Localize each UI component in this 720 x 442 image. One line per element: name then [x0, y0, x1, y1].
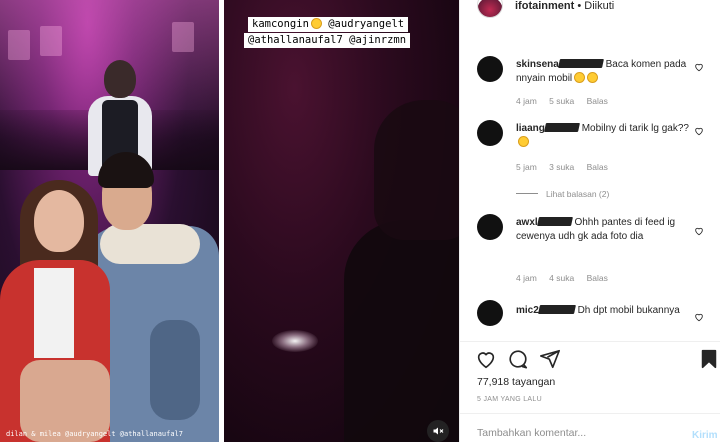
mention-sticker-1: kamcongin @audryangelt	[248, 17, 409, 32]
laughing-emoji-icon	[574, 72, 586, 83]
mute-icon	[433, 427, 444, 435]
replies-line	[516, 193, 538, 194]
woman-shirt	[34, 268, 74, 358]
input-divider	[460, 413, 720, 414]
phone-light-glow	[272, 330, 318, 352]
redaction-bar	[537, 305, 576, 314]
comment-likes[interactable]: 4 suka	[549, 273, 574, 283]
header-separator: •	[574, 0, 585, 12]
redaction-bar	[543, 123, 580, 132]
comment-text: Dh dpt mobil bukannya	[577, 305, 680, 316]
view-replies-button[interactable]: Lihat balasan (2)	[516, 189, 609, 199]
background-man-head	[104, 60, 136, 98]
post-side-panel: ifotainment • Diikuti skinsena Baca kome…	[459, 0, 720, 442]
small-heart-icon[interactable]	[694, 226, 704, 236]
comment-meta: 4 jam 4 suka Balas	[516, 273, 618, 283]
bookmark-icon[interactable]	[698, 348, 720, 370]
commenter-avatar[interactable]	[477, 214, 503, 240]
grinning-emoji-icon	[518, 136, 529, 147]
heart-icon[interactable]	[475, 348, 497, 370]
story-caption: dilan & milea @audryangelt @athallanaufa…	[6, 430, 184, 438]
woman-face	[34, 190, 84, 252]
comment-input[interactable]	[477, 427, 677, 439]
commenter-username[interactable]: awxl	[516, 217, 538, 228]
commenter-avatar[interactable]	[477, 120, 503, 146]
laughing-emoji-icon	[587, 72, 599, 83]
comment-text: Mobilny di tarik lg gak??	[581, 123, 689, 134]
post-media[interactable]: dilan & milea @audryangelt @athallanaufa…	[0, 0, 459, 442]
commenter-username[interactable]: liaang	[516, 123, 545, 134]
reply-button[interactable]: Balas	[587, 96, 608, 106]
view-count[interactable]: 77,918 tayangan	[477, 376, 555, 388]
commenter-username[interactable]: mic2	[516, 305, 539, 316]
comment-icon[interactable]	[507, 348, 529, 370]
commenter-username[interactable]: skinsena	[516, 59, 559, 70]
post-timestamp: 5 JAM YANG LALU	[477, 396, 542, 403]
commenter-avatar[interactable]	[477, 300, 503, 326]
comment-likes[interactable]: 3 suka	[549, 162, 574, 172]
comment-time: 5 jam	[516, 162, 537, 172]
share-icon[interactable]	[539, 348, 561, 370]
man-arm	[150, 320, 200, 420]
redaction-bar	[557, 59, 604, 68]
small-heart-icon[interactable]	[694, 62, 704, 72]
club-window	[40, 26, 62, 56]
redaction-bar	[536, 217, 573, 226]
comment-body: liaang Mobilny di tarik lg gak??	[516, 122, 696, 150]
small-heart-icon[interactable]	[694, 312, 704, 322]
comment-time: 4 jam	[516, 273, 537, 283]
small-heart-icon[interactable]	[694, 126, 704, 136]
account-avatar[interactable]	[477, 0, 503, 18]
silhouette-head	[374, 100, 459, 240]
comment-body: skinsena Baca komen pada nnyain mobil	[516, 58, 696, 86]
silhouette-body	[344, 220, 459, 442]
comment-likes[interactable]: 5 suka	[549, 96, 574, 106]
post-comment-button[interactable]: Kirim	[692, 430, 718, 441]
view-replies-label: Lihat balasan (2)	[546, 189, 610, 199]
sticker-text: kamcongin	[252, 18, 309, 30]
mute-button[interactable]	[427, 420, 449, 442]
comment-body: mic2 Dh dpt mobil bukannya	[516, 304, 696, 318]
commenter-avatar[interactable]	[477, 56, 503, 82]
actions-divider	[460, 341, 720, 342]
mention-sticker-2: @athallanaufal7 @ajinrzmn	[244, 33, 411, 48]
club-window	[8, 30, 30, 60]
reply-button[interactable]: Balas	[587, 273, 608, 283]
comment-body: awxl Ohhh pantes di feed ig cewenya udh …	[516, 216, 696, 244]
header-text: ifotainment • Diikuti	[515, 0, 614, 12]
reply-button[interactable]: Balas	[587, 162, 608, 172]
post-header: ifotainment • Diikuti	[460, 0, 720, 18]
comment-meta: 4 jam 5 suka Balas	[516, 96, 618, 106]
action-bar	[460, 348, 720, 372]
story-video-right: kamcongin @audryangelt @athallanaufal7 @…	[224, 0, 459, 442]
follow-status[interactable]: Diikuti	[584, 0, 614, 12]
man-jacket-collar	[100, 224, 200, 264]
blush-emoji-icon	[310, 18, 322, 29]
sticker-mention: @audryangelt	[328, 18, 405, 30]
story-photo-left: dilan & milea @audryangelt @athallanaufa…	[0, 0, 219, 442]
club-window	[172, 22, 194, 52]
comment-meta: 5 jam 3 suka Balas	[516, 162, 618, 172]
account-username[interactable]: ifotainment	[515, 0, 574, 12]
comment-time: 4 jam	[516, 96, 537, 106]
